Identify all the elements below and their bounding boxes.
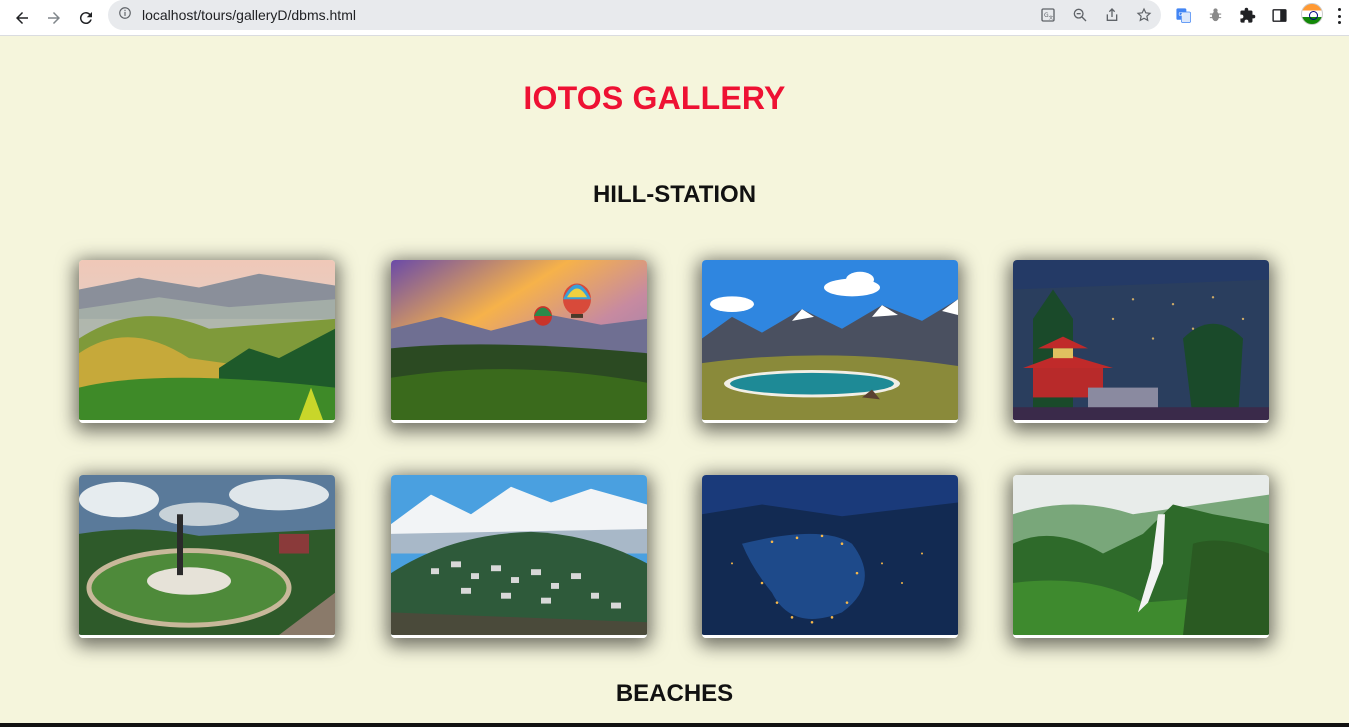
share-icon xyxy=(1106,8,1118,21)
monastery-night-image xyxy=(1013,260,1269,420)
darjeeling-garden-image xyxy=(79,475,335,635)
waterfall-image xyxy=(1013,475,1269,635)
hill-station-photo-5[interactable] xyxy=(79,475,335,638)
extensions-button[interactable] xyxy=(1237,5,1257,25)
star-icon xyxy=(1136,7,1152,22)
section-heading-hill-station: HILL-STATION xyxy=(592,181,757,208)
translate-icon: G文 xyxy=(1041,8,1055,22)
info-icon[interactable] xyxy=(118,6,132,20)
translate-button[interactable]: G文 xyxy=(1038,5,1058,25)
bug-extension[interactable] xyxy=(1205,5,1225,25)
url-text[interactable]: localhost/tours/galleryD/dbms.html xyxy=(142,7,356,23)
arrow-right-icon xyxy=(48,12,60,24)
zoom-out-icon xyxy=(1073,8,1087,22)
puzzle-icon xyxy=(1239,7,1255,23)
section-heading-beaches: BEACHES xyxy=(615,680,734,707)
lake-night-image xyxy=(702,475,958,635)
forward-button[interactable] xyxy=(40,4,68,32)
svg-text:G: G xyxy=(1178,12,1182,18)
google-translate-extension[interactable]: G xyxy=(1173,5,1193,25)
address-bar[interactable]: localhost/tours/galleryD/dbms.html G文 xyxy=(108,0,1161,30)
misty-hills-image xyxy=(79,260,335,420)
gallery-title-text: IOTOS GALLERY xyxy=(523,80,786,116)
profile-avatar[interactable] xyxy=(1301,3,1323,25)
browser-menu-button[interactable] xyxy=(1334,6,1344,26)
bookmark-button[interactable] xyxy=(1134,5,1154,25)
svg-text:文: 文 xyxy=(1049,14,1054,21)
hot-air-balloons-image xyxy=(391,260,647,420)
mountain-lake-image xyxy=(702,260,958,420)
back-button[interactable] xyxy=(8,4,36,32)
hill-station-photo-8[interactable] xyxy=(1013,475,1269,638)
snow-peaks-town-image xyxy=(391,475,647,635)
side-panel-icon xyxy=(1271,8,1287,22)
hill-station-photo-6[interactable] xyxy=(391,475,647,638)
hill-station-photo-7[interactable] xyxy=(702,475,958,638)
page-content: IOTOS GALLERY HILL-STATION BEACHES xyxy=(0,36,1349,727)
hill-station-photo-4[interactable] xyxy=(1013,260,1269,423)
translate-extension-icon: G xyxy=(1175,7,1191,23)
page-bottom-edge xyxy=(0,723,1349,727)
reload-icon xyxy=(79,12,92,25)
bug-icon xyxy=(1209,7,1221,21)
gallery-title: IOTOS GALLERY xyxy=(0,80,1349,117)
zoom-button[interactable] xyxy=(1070,5,1090,25)
browser-toolbar: localhost/tours/galleryD/dbms.html G文 G xyxy=(0,0,1349,36)
hill-station-photo-3[interactable] xyxy=(702,260,958,423)
hill-station-photo-1[interactable] xyxy=(79,260,335,423)
arrow-left-icon xyxy=(16,12,28,24)
reload-button[interactable] xyxy=(72,4,100,32)
side-panel-button[interactable] xyxy=(1269,5,1289,25)
share-button[interactable] xyxy=(1102,5,1122,25)
hill-station-photo-2[interactable] xyxy=(391,260,647,423)
